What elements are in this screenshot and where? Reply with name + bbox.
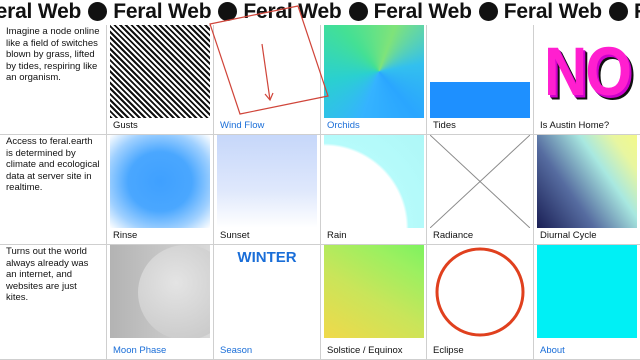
gusts-thumbnail <box>110 25 210 118</box>
feral-web-marquee: Feral Web Feral Web Feral Web Feral Web Fera… <box>0 0 640 25</box>
moon-phase-link[interactable]: Moon Phase <box>113 345 166 356</box>
wind-flow-link[interactable]: Wind Flow <box>220 120 264 131</box>
tile-sunset[interactable]: Sunset <box>214 135 321 245</box>
diurnal-label: Diurnal Cycle <box>540 230 597 241</box>
rain-thumbnail <box>324 135 424 228</box>
orchids-thumbnail <box>324 25 424 118</box>
row-3-description: Turns out the world always already was a… <box>6 246 89 303</box>
moon-disc <box>138 245 210 338</box>
rinse-label: Rinse <box>113 230 138 241</box>
austin-thumbnail: NO <box>537 25 637 118</box>
tile-is-austin-home[interactable]: NO Is Austin Home? <box>534 25 640 135</box>
marquee-text: Feral Web <box>373 0 472 23</box>
tile-grid: Imagine a node online like a field of sw… <box>0 25 640 360</box>
rain-label: Rain <box>327 230 347 241</box>
marquee-item: Feral Web <box>634 0 640 24</box>
rinse-thumbnail <box>110 135 210 228</box>
tile-rain[interactable]: Rain <box>321 135 427 245</box>
marquee-dot-icon <box>348 2 368 21</box>
marquee-dot-icon <box>478 2 498 21</box>
gusts-label: Gusts <box>113 120 138 131</box>
wind-flow-thumbnail <box>217 25 317 118</box>
solstice-label: Solstice / Equinox <box>327 345 403 356</box>
tile-gusts[interactable]: Gusts <box>107 25 214 135</box>
solstice-thumbnail <box>324 245 424 338</box>
row-3-description-cell: Turns out the world always already was a… <box>0 245 107 360</box>
orchids-link[interactable]: Orchids <box>327 120 360 131</box>
tile-season[interactable]: WINTER Season <box>214 245 321 360</box>
tile-orchids[interactable]: Orchids <box>321 25 427 135</box>
tile-diurnal-cycle[interactable]: Diurnal Cycle <box>534 135 640 245</box>
marquee-dot-icon <box>608 2 628 21</box>
tile-eclipse[interactable]: Eclipse <box>427 245 534 360</box>
marquee-text: Feral Web <box>0 0 82 23</box>
austin-label: Is Austin Home? <box>540 120 610 131</box>
diurnal-thumbnail <box>537 135 637 228</box>
sunset-label: Sunset <box>220 230 250 241</box>
row-2-description-cell: Access to feral.earth is determined by c… <box>0 135 107 245</box>
about-thumbnail <box>537 245 637 338</box>
eclipse-label: Eclipse <box>433 345 464 356</box>
marquee-item: Feral Web <box>113 0 243 24</box>
radiance-cross-icon <box>430 135 530 228</box>
season-winter-text: WINTER <box>237 249 297 266</box>
season-thumbnail: WINTER <box>217 245 317 338</box>
marquee-track: Feral Web Feral Web Feral Web Feral Web Fera… <box>0 0 640 24</box>
marquee-text: Feral Web <box>503 0 602 23</box>
tile-moon-phase[interactable]: Moon Phase <box>107 245 214 360</box>
season-link[interactable]: Season <box>220 345 252 356</box>
tides-thumbnail <box>430 25 530 118</box>
marquee-dot-icon <box>218 2 238 21</box>
marquee-item: Feral Web <box>374 0 504 24</box>
row-1-description-cell: Imagine a node online like a field of sw… <box>0 25 107 135</box>
tile-wind-flow[interactable]: Wind Flow <box>214 25 321 135</box>
about-link[interactable]: About <box>540 345 565 356</box>
tile-rinse[interactable]: Rinse <box>107 135 214 245</box>
eclipse-ring-icon <box>435 247 525 337</box>
moon-thumbnail <box>110 245 210 338</box>
tile-solstice-equinox[interactable]: Solstice / Equinox <box>321 245 427 360</box>
radiance-thumbnail <box>430 135 530 228</box>
marquee-item: Feral Web <box>243 0 373 24</box>
row-1-description: Imagine a node online like a field of sw… <box>6 26 100 83</box>
tile-about[interactable]: About <box>534 245 640 360</box>
eclipse-thumbnail <box>430 245 530 338</box>
tides-water-bar <box>430 82 530 118</box>
marquee-text: Feral Web <box>634 0 640 24</box>
radiance-label: Radiance <box>433 230 474 241</box>
marquee-dot-icon <box>88 2 108 21</box>
row-2-description: Access to feral.earth is determined by c… <box>6 136 100 193</box>
sunset-thumbnail <box>217 135 317 228</box>
marquee-text: Feral Web <box>113 0 212 23</box>
austin-no-text: NO <box>544 32 632 111</box>
marquee-text: Feral Web <box>243 0 342 23</box>
tides-label: Tides <box>433 120 456 131</box>
tile-radiance[interactable]: Radiance <box>427 135 534 245</box>
marquee-item: Feral Web <box>504 0 634 24</box>
marquee-item: Feral Web <box>0 0 113 24</box>
tile-tides[interactable]: Tides <box>427 25 534 135</box>
